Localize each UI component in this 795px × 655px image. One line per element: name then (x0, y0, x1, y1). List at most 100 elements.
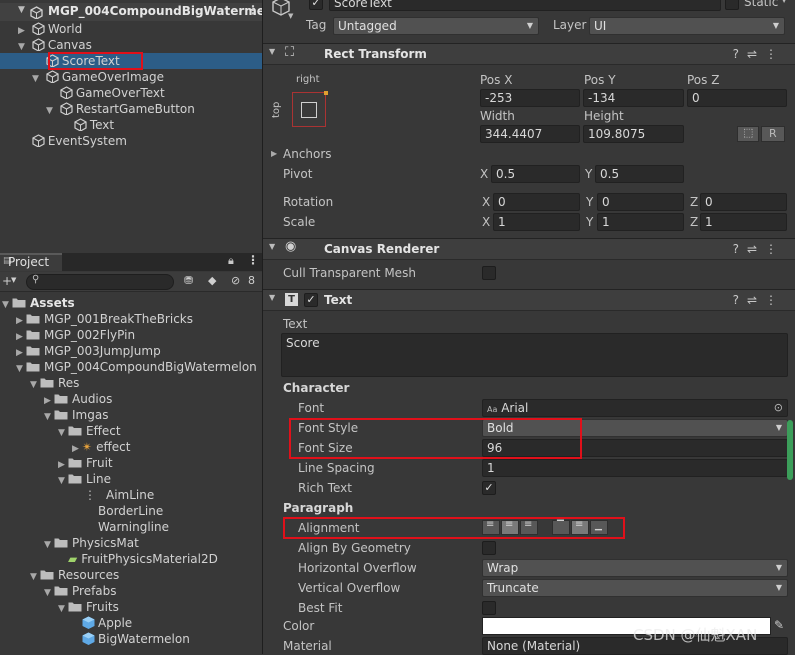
chevron-down-icon[interactable]: ▼ (18, 5, 25, 15)
project-item[interactable]: ▼ Imgas (0, 407, 262, 423)
chevron-down-icon[interactable]: ▼ (269, 293, 275, 302)
project-item[interactable]: ▼ MGP_004CompoundBigWatermelon (0, 359, 262, 375)
chevron-down-icon[interactable]: ▼ (269, 47, 275, 56)
project-item[interactable]: ⋮ AimLine (0, 487, 262, 503)
text-enabled-checkbox[interactable]: ✓ (304, 293, 318, 307)
kebab-menu-icon[interactable]: ⋮ (765, 242, 785, 256)
chevron-down-icon[interactable]: ▼ (781, 0, 787, 4)
hierarchy-item[interactable]: ▼ GameOverImage (0, 69, 262, 85)
project-item[interactable]: ▼ Assets (0, 295, 262, 311)
cull-checkbox[interactable] (482, 266, 496, 280)
watermark: CSDN @仙魁XAN (633, 626, 758, 644)
scale-x-field[interactable]: 1 (493, 213, 580, 231)
hierarchy-item[interactable]: GameOverText (0, 85, 262, 101)
prefab-icon (82, 616, 95, 629)
rich-text-checkbox[interactable]: ✓ (482, 481, 496, 495)
static-checkbox[interactable] (725, 0, 739, 10)
font-field[interactable]: Aa Arial ⊙ (482, 399, 788, 417)
canvas-renderer-header[interactable]: ▼ ◉ Canvas Renderer ?⇌⋮ (263, 238, 795, 260)
project-item[interactable]: ▼ Prefabs (0, 583, 262, 599)
help-icon[interactable]: ? (733, 47, 747, 61)
project-item[interactable]: ▰ FruitPhysicsMaterial2D (0, 551, 262, 567)
pos-y-field[interactable]: -134 (583, 89, 684, 107)
search-input[interactable]: ⚲ (26, 274, 174, 290)
project-item[interactable]: ▼ Res (0, 375, 262, 391)
kebab-menu-icon[interactable]: ⋮ (247, 3, 259, 17)
rotation-z-field[interactable]: 0 (700, 193, 787, 211)
lock-icon[interactable]: 🔒︎ (228, 254, 234, 268)
scale-y-field[interactable]: 1 (597, 213, 684, 231)
scrollbar-thumb[interactable] (787, 420, 793, 480)
layer-dropdown[interactable]: UI ▼ (589, 17, 785, 35)
raw-edit-button[interactable]: R (761, 126, 785, 142)
scale-z-field[interactable]: 1 (700, 213, 787, 231)
kebab-menu-icon[interactable]: ⋮ (765, 47, 785, 61)
preset-icon[interactable]: ⇌ (747, 293, 765, 307)
project-item[interactable]: Apple (0, 615, 262, 631)
rect-transform-header[interactable]: ▼ ⛶ Rect Transform ?⇌⋮ (263, 43, 795, 65)
hierarchy-item[interactable]: ▼ RestartGameButton (0, 101, 262, 117)
rotation-y-field[interactable]: 0 (597, 193, 684, 211)
project-item[interactable]: ▼ PhysicsMat (0, 535, 262, 551)
align-geometry-checkbox[interactable] (482, 541, 496, 555)
hierarchy-item[interactable]: ▼ Canvas (0, 37, 262, 53)
hierarchy-item[interactable]: Text (0, 117, 262, 133)
pivot-x-field[interactable]: 0.5 (491, 165, 580, 183)
object-name-field[interactable]: ScoreText (329, 0, 721, 11)
project-item[interactable]: ▶ MGP_003JumpJump (0, 343, 262, 359)
project-item[interactable]: ▶ Audios (0, 391, 262, 407)
height-field[interactable]: 109.8075 (583, 125, 684, 143)
pos-y-label: Pos Y (584, 73, 616, 87)
filter-by-label-icon[interactable]: ◆ (208, 274, 216, 287)
blueprint-mode-button[interactable]: ⬚ (737, 126, 759, 142)
filter-by-type-icon[interactable]: ⛃ (184, 274, 193, 287)
project-item[interactable]: ▼ Line (0, 471, 262, 487)
project-item[interactable]: ▶ Fruit (0, 455, 262, 471)
gameobject-icon (32, 38, 45, 51)
kebab-menu-icon[interactable]: ⋮ (765, 293, 785, 307)
vertical-overflow-dropdown[interactable]: Truncate ▼ (482, 579, 788, 597)
active-checkbox[interactable]: ✓ (309, 0, 323, 10)
pivot-y-field[interactable]: 0.5 (595, 165, 684, 183)
project-item[interactable]: ▶ ✴ effect (0, 439, 262, 455)
text-value-area[interactable]: Score (281, 333, 788, 377)
line-spacing-field[interactable]: 1 (482, 459, 788, 477)
rotation-x-field[interactable]: 0 (493, 193, 580, 211)
anchor-presets-button[interactable] (292, 91, 328, 127)
project-item[interactable]: BorderLine (0, 503, 262, 519)
hierarchy-item[interactable]: ▶ World (0, 21, 262, 37)
preset-icon[interactable]: ⇌ (747, 242, 765, 256)
chevron-down-icon[interactable]: ▼ (269, 242, 275, 251)
project-item[interactable]: ▼ Effect (0, 423, 262, 439)
pos-z-field[interactable]: 0 (687, 89, 787, 107)
project-item[interactable]: ▼ Resources (0, 567, 262, 583)
project-item[interactable]: Warningline (0, 519, 262, 535)
tag-dropdown[interactable]: Untagged ▼ (333, 17, 539, 35)
preset-icon[interactable]: ⇌ (747, 47, 765, 61)
project-item-label: MGP_004CompoundBigWatermelon (44, 360, 257, 374)
kebab-menu-icon[interactable]: ⋮ (247, 253, 259, 267)
eyedropper-icon[interactable]: ✎ (774, 618, 784, 632)
help-icon[interactable]: ? (733, 293, 747, 307)
project-item[interactable]: ▶ MGP_001BreakTheBricks (0, 311, 262, 327)
chevron-right-icon[interactable]: ▶ (271, 149, 277, 158)
project-item[interactable]: BigWatermelon (0, 631, 262, 647)
text-header[interactable]: ▼ T ✓ Text ?⇌⋮ (263, 289, 795, 311)
width-field[interactable]: 344.4407 (480, 125, 580, 143)
object-picker-icon[interactable]: ⊙ (774, 400, 783, 416)
horizontal-overflow-dropdown[interactable]: Wrap ▼ (482, 559, 788, 577)
pos-x-field[interactable]: -253 (480, 89, 580, 107)
chevron-down-icon: ▼ (775, 583, 782, 592)
horizontal-overflow-value: Wrap (487, 561, 519, 575)
project-tab[interactable]: ▤ Project (0, 253, 62, 271)
anchors-label[interactable]: Anchors (283, 147, 332, 161)
chevron-down-icon[interactable]: ▼ (288, 12, 293, 20)
hidden-packages-icon[interactable]: ⊘ (231, 274, 240, 287)
project-item[interactable]: ▼ Fruits (0, 599, 262, 615)
help-icon[interactable]: ? (733, 242, 747, 256)
chevron-down-icon[interactable]: ▼ (11, 276, 16, 284)
hierarchy-item[interactable]: EventSystem (0, 133, 262, 149)
best-fit-checkbox[interactable] (482, 601, 496, 615)
scene-header[interactable]: ▼ MGP_004CompoundBigWaterme ⋮ (0, 3, 265, 21)
project-item[interactable]: ▶ MGP_002FlyPin (0, 327, 262, 343)
